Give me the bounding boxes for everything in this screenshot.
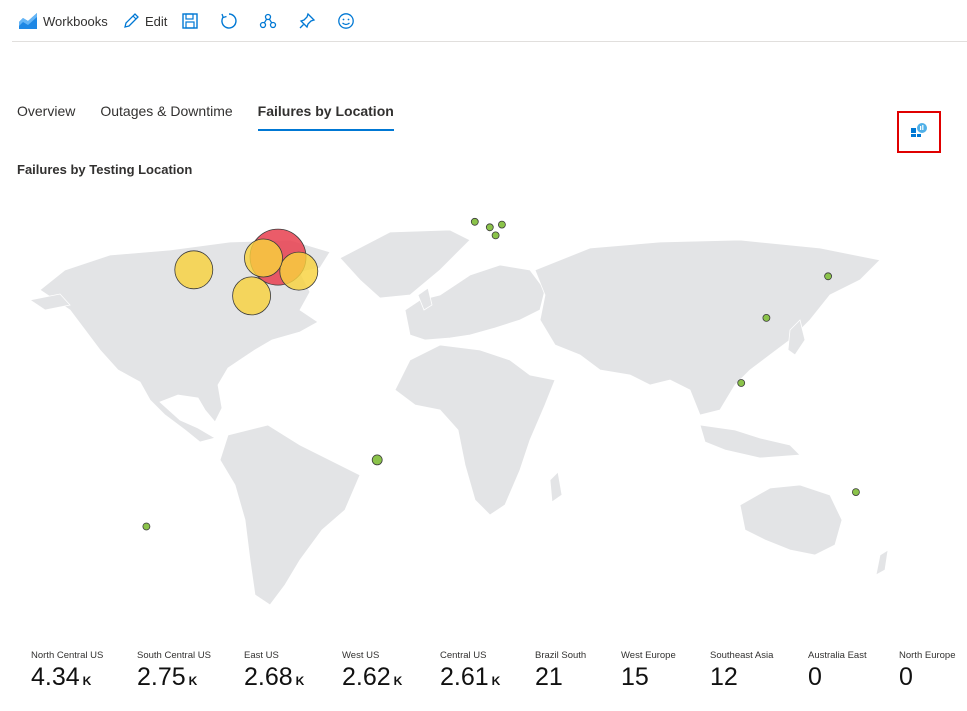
location-bubble[interactable] bbox=[485, 223, 494, 232]
metric-label: Australia East bbox=[808, 650, 867, 661]
map-settings-icon bbox=[910, 122, 928, 143]
metric-label: North Europe bbox=[899, 650, 956, 661]
save-icon[interactable] bbox=[180, 11, 200, 31]
metric-tile[interactable]: West Europe 15 bbox=[621, 650, 716, 695]
metric-unit: K bbox=[491, 674, 501, 688]
tab-strip: Overview Outages & Downtime Failures by … bbox=[17, 103, 419, 131]
metric-tile[interactable]: Central US 2.61 K bbox=[440, 650, 535, 695]
world-map[interactable] bbox=[0, 210, 967, 635]
metric-value: 15 bbox=[621, 663, 649, 691]
refresh-icon[interactable] bbox=[219, 11, 239, 31]
metric-tile[interactable]: North Central US 4.34 K bbox=[31, 650, 126, 695]
metric-label: South Central US bbox=[137, 650, 211, 661]
workbooks-button[interactable]: Workbooks bbox=[18, 11, 108, 31]
metric-tile[interactable]: West US 2.62 K bbox=[342, 650, 437, 695]
location-bubble[interactable] bbox=[824, 272, 832, 281]
feedback-smiley-icon[interactable] bbox=[336, 11, 356, 31]
pencil-icon bbox=[121, 11, 141, 31]
location-bubble[interactable] bbox=[174, 250, 214, 290]
location-bubble[interactable] bbox=[852, 488, 860, 497]
workbooks-icon bbox=[18, 11, 38, 31]
metric-unit: K bbox=[295, 674, 305, 688]
location-bubble[interactable] bbox=[279, 251, 319, 291]
metric-value: 12 bbox=[710, 663, 738, 691]
tab-outages-downtime[interactable]: Outages & Downtime bbox=[100, 103, 232, 131]
metric-value: 2.62 bbox=[342, 663, 391, 691]
location-bubble[interactable] bbox=[470, 217, 479, 226]
metric-value: 0 bbox=[899, 663, 913, 691]
land-masses bbox=[28, 229, 889, 606]
metric-tile[interactable]: North Europe 0 bbox=[899, 650, 965, 695]
share-icon[interactable] bbox=[258, 11, 278, 31]
metric-tile[interactable]: South Central US 2.75 K bbox=[137, 650, 232, 695]
pin-icon[interactable] bbox=[297, 11, 317, 31]
metric-tiles: North Central US 4.34 K South Central US … bbox=[0, 640, 967, 711]
metric-unit: K bbox=[188, 674, 198, 688]
section-title: Failures by Testing Location bbox=[17, 162, 193, 177]
metric-value: 2.68 bbox=[244, 663, 293, 691]
toolbar-divider bbox=[12, 41, 967, 42]
metric-label: North Central US bbox=[31, 650, 104, 661]
location-bubble[interactable] bbox=[371, 454, 383, 466]
location-bubble[interactable] bbox=[762, 314, 771, 322]
location-bubble[interactable] bbox=[142, 522, 151, 531]
tab-failures-by-location[interactable]: Failures by Location bbox=[257, 103, 394, 131]
metric-unit: K bbox=[393, 674, 403, 688]
metric-value: 2.75 bbox=[137, 663, 186, 691]
edit-label: Edit bbox=[145, 13, 168, 29]
metric-tile[interactable]: East US 2.68 K bbox=[244, 650, 339, 695]
edit-button[interactable]: Edit bbox=[121, 11, 167, 31]
metric-label: Brazil South bbox=[535, 650, 587, 661]
metric-label: Southeast Asia bbox=[710, 650, 774, 661]
map-settings-button[interactable] bbox=[897, 111, 941, 153]
metric-tile[interactable]: Southeast Asia 12 bbox=[710, 650, 805, 695]
location-bubble[interactable] bbox=[244, 238, 283, 278]
metric-value: 21 bbox=[535, 663, 563, 691]
metric-label: East US bbox=[244, 650, 279, 661]
metric-label: Central US bbox=[440, 650, 487, 661]
location-bubble[interactable] bbox=[491, 231, 500, 240]
metric-tile[interactable]: Australia East 0 bbox=[808, 650, 903, 695]
location-bubble[interactable] bbox=[737, 379, 746, 387]
metric-unit: K bbox=[82, 674, 92, 688]
metric-value: 2.61 bbox=[440, 663, 489, 691]
metric-value: 4.34 bbox=[31, 663, 80, 691]
tab-overview[interactable]: Overview bbox=[17, 103, 75, 131]
command-bar: Workbooks Edit bbox=[0, 0, 967, 42]
workbooks-label: Workbooks bbox=[43, 13, 108, 29]
metric-tile[interactable]: Brazil South 21 bbox=[535, 650, 630, 695]
metric-label: West US bbox=[342, 650, 380, 661]
location-bubble[interactable] bbox=[497, 220, 506, 229]
metric-label: West Europe bbox=[621, 650, 676, 661]
metric-value: 0 bbox=[808, 663, 822, 691]
location-bubble[interactable] bbox=[232, 276, 272, 316]
